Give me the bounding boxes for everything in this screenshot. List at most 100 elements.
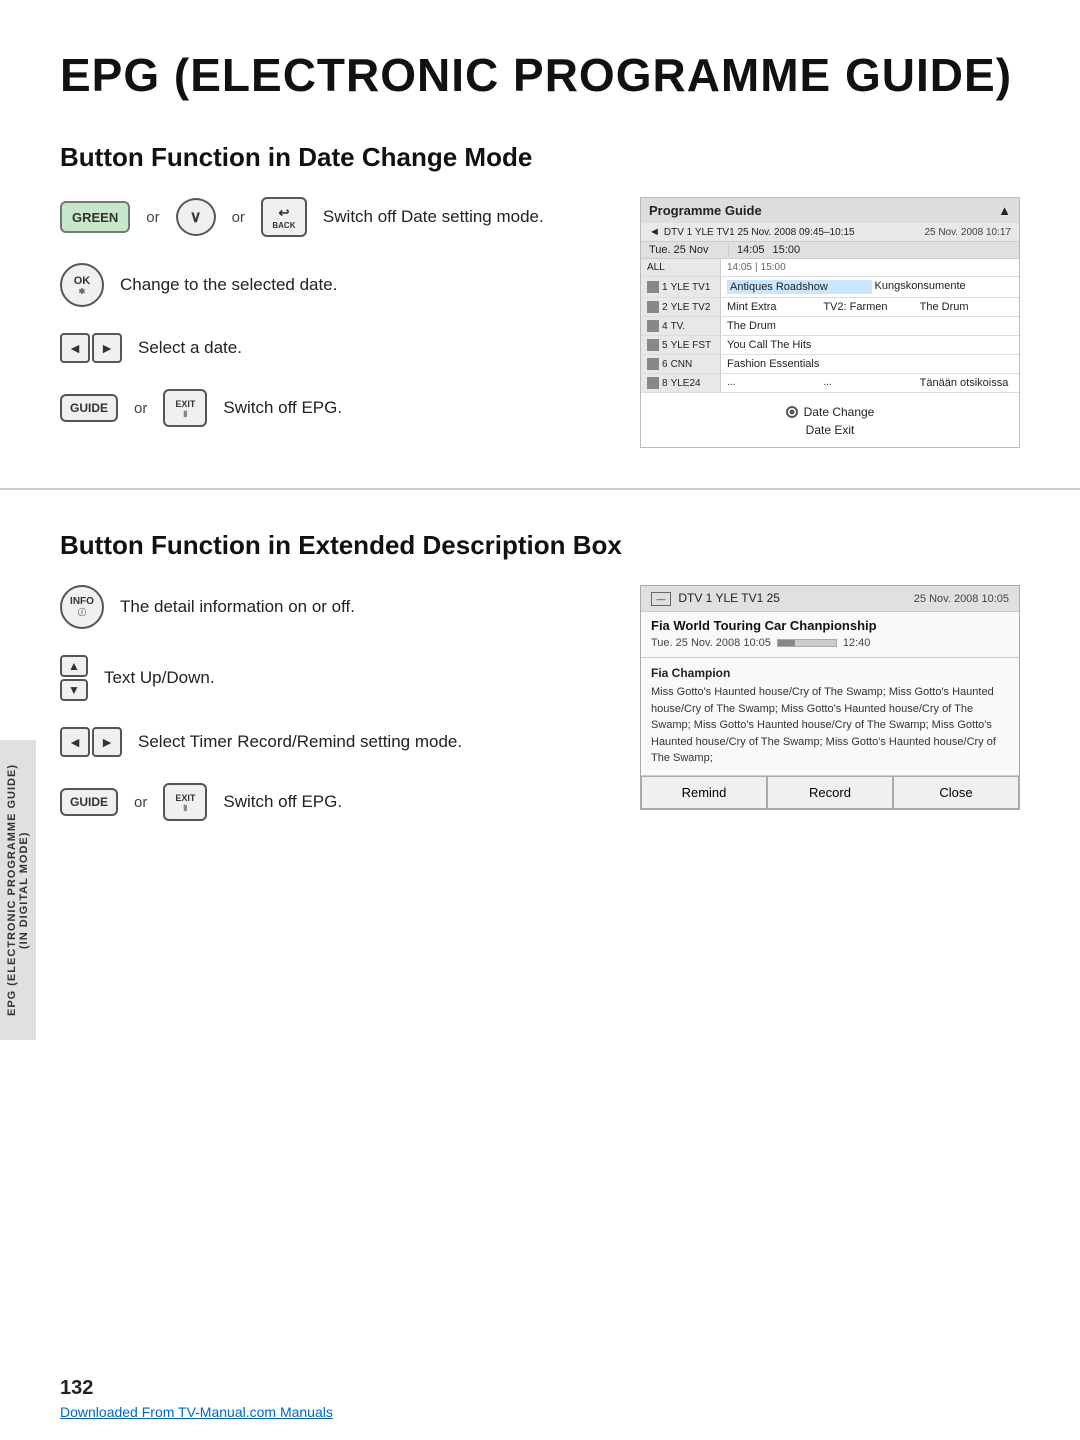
btn-down[interactable]: ▼ xyxy=(60,679,88,701)
ext-date: 25 Nov. 2008 10:05 xyxy=(914,593,1009,605)
btn-ok[interactable]: OK ✱ xyxy=(60,263,104,307)
date-exit-label: Date Exit xyxy=(806,423,855,437)
time-slot-2: 15:00 xyxy=(773,244,801,256)
ch4-num: 4 xyxy=(662,321,668,332)
section2-wrapper: Button Function in Extended Description … xyxy=(0,510,1080,821)
ext-action-buttons: Remind Record Close xyxy=(641,775,1019,809)
section2-title: Button Function in Extended Description … xyxy=(0,510,1080,585)
ext-channel-info: — DTV 1 YLE TV1 25 xyxy=(651,591,780,606)
ch5-num: 5 xyxy=(662,340,668,351)
button-row-2: OK ✱ Change to the selected date. xyxy=(60,263,600,307)
guide-date-row: Tue. 25 Nov xyxy=(649,244,729,256)
ext-time-str: Tue. 25 Nov. 2008 10:05 xyxy=(651,637,771,649)
btn-guide-1[interactable]: GUIDE xyxy=(60,394,118,422)
guide-all-label: ALL xyxy=(641,259,721,276)
ch2-num: 2 xyxy=(662,302,668,313)
ch1-icon xyxy=(647,281,659,293)
ch2-icon xyxy=(647,301,659,313)
ext-content-title: Fia Champion xyxy=(641,662,1019,682)
guide-all-content: 14:05 | 15:00 xyxy=(721,259,1019,276)
guide-row-ch5: 5 YLE FST You Call The Hits xyxy=(641,336,1019,355)
ch4-show1: The Drum xyxy=(727,320,1013,332)
guide-nav-left[interactable]: ◄ xyxy=(649,226,660,238)
s2-btn-right[interactable]: ► xyxy=(92,727,122,757)
s2-row4-text: Switch off EPG. xyxy=(223,792,342,812)
ext-channel-name: DTV 1 YLE TV1 25 xyxy=(678,591,780,605)
progress-fill xyxy=(778,640,795,646)
ch6-show1: Fashion Essentials xyxy=(727,358,1013,370)
button-list-section2: INFO ⓘ The detail information on or off.… xyxy=(60,585,600,821)
side-label: EPG (ELECTRONIC PROGRAMME GUIDE)(IN DIGI… xyxy=(0,740,36,1040)
ch6-name: CNN xyxy=(671,359,693,370)
section1-title: Button Function in Date Change Mode xyxy=(0,122,1080,197)
exit-icon: ▮ xyxy=(183,409,187,418)
guide-all-row: ALL 14:05 | 15:00 xyxy=(641,259,1019,277)
ch2-show1: Mint Extra xyxy=(727,301,820,313)
btn-exit-1[interactable]: EXIT ▮ xyxy=(163,389,207,427)
ch8-name: YLE24 xyxy=(671,378,701,389)
button-list-section1: GREEN or ∨ or ↩ BACK Switch off Date set… xyxy=(60,197,600,427)
lr-arrows: ◄ ► xyxy=(60,333,122,363)
btn-guide-2[interactable]: GUIDE xyxy=(60,788,118,816)
ch8-show1: ... xyxy=(727,377,820,389)
btn-remind[interactable]: Remind xyxy=(641,776,767,809)
s2-lr-arrows: ◄ ► xyxy=(60,727,122,757)
ok-label: OK xyxy=(74,275,91,287)
ch5-show1: You Call The Hits xyxy=(727,339,1013,351)
s2-or: or xyxy=(134,794,147,811)
guide-all-slot1: 14:05 xyxy=(727,262,752,273)
btn-record[interactable]: Record xyxy=(767,776,893,809)
btn-right[interactable]: ► xyxy=(92,333,122,363)
guide-row-ch2: 2 YLE TV2 Mint Extra TV2: Farmen The Dru… xyxy=(641,298,1019,317)
ch8-num: 8 xyxy=(662,378,668,389)
s2-button-row-2: ▲ ▼ Text Up/Down. xyxy=(60,655,600,701)
ch6-num: 6 xyxy=(662,359,668,370)
btn-down-arrow[interactable]: ∨ xyxy=(176,198,216,236)
s2-btn-left[interactable]: ◄ xyxy=(60,727,90,757)
ext-ch-icon: — xyxy=(651,592,671,606)
download-link[interactable]: Downloaded From TV-Manual.com Manuals xyxy=(60,1404,333,1420)
s2-row2-text: Text Up/Down. xyxy=(104,668,215,688)
s2-row1-text: The detail information on or off. xyxy=(120,597,355,617)
progress-bar xyxy=(777,639,837,647)
or-2: or xyxy=(232,209,245,226)
btn-exit-2[interactable]: EXIT ▮ xyxy=(163,783,207,821)
guide-channel-header: Tue. 25 Nov 14:05 15:00 xyxy=(641,242,1019,259)
radio-dot-icon xyxy=(786,406,798,418)
guide-title: Programme Guide xyxy=(649,203,762,218)
date-change-label: Date Change xyxy=(804,405,875,419)
back-arrow-icon: ↩ xyxy=(278,205,289,221)
guide-current-channel: DTV 1 YLE TV1 25 Nov. 2008 09:45–10:15 xyxy=(664,227,855,238)
ch4-icon xyxy=(647,320,659,332)
info-sub: ⓘ xyxy=(78,607,86,618)
s2-button-row-3: ◄ ► Select Timer Record/Remind setting m… xyxy=(60,727,600,757)
guide-up-arrow[interactable]: ▲ xyxy=(998,203,1011,218)
section2-content: INFO ⓘ The detail information on or off.… xyxy=(0,585,1080,821)
or-3: or xyxy=(134,400,147,417)
guide-all-slot3: 15:00 xyxy=(761,262,786,273)
row1-text: Switch off Date setting mode. xyxy=(323,207,544,227)
ch2-name: YLE TV2 xyxy=(671,302,711,313)
info-label: INFO xyxy=(70,596,94,607)
s2-button-row-4: GUIDE or EXIT ▮ Switch off EPG. xyxy=(60,783,600,821)
btn-up[interactable]: ▲ xyxy=(60,655,88,677)
ch2-show2: TV2: Farmen xyxy=(823,301,916,313)
btn-back[interactable]: ↩ BACK xyxy=(261,197,307,237)
ch1-show1: Antiques Roadshow xyxy=(727,280,872,294)
row2-text: Change to the selected date. xyxy=(120,275,337,295)
btn-left[interactable]: ◄ xyxy=(60,333,90,363)
or-1: or xyxy=(146,209,159,226)
btn-close[interactable]: Close xyxy=(893,776,1019,809)
ext-program-title: Fia World Touring Car Chanpionship xyxy=(641,612,1019,635)
btn-green[interactable]: GREEN xyxy=(60,201,130,233)
s2-row3-text: Select Timer Record/Remind setting mode. xyxy=(138,732,462,752)
ch2-show3: The Drum xyxy=(920,301,1013,313)
btn-info[interactable]: INFO ⓘ xyxy=(60,585,104,629)
button-row-1: GREEN or ∨ or ↩ BACK Switch off Date set… xyxy=(60,197,600,237)
guide-row-ch4: 4 TV. The Drum xyxy=(641,317,1019,336)
s2-exit-icon: ▮ xyxy=(183,803,187,812)
ch4-name: TV. xyxy=(671,321,686,332)
page-number: 132 xyxy=(60,1377,93,1400)
guide-date: 25 Nov. 2008 10:17 xyxy=(924,227,1011,238)
ch1-name: 1 xyxy=(662,282,668,293)
